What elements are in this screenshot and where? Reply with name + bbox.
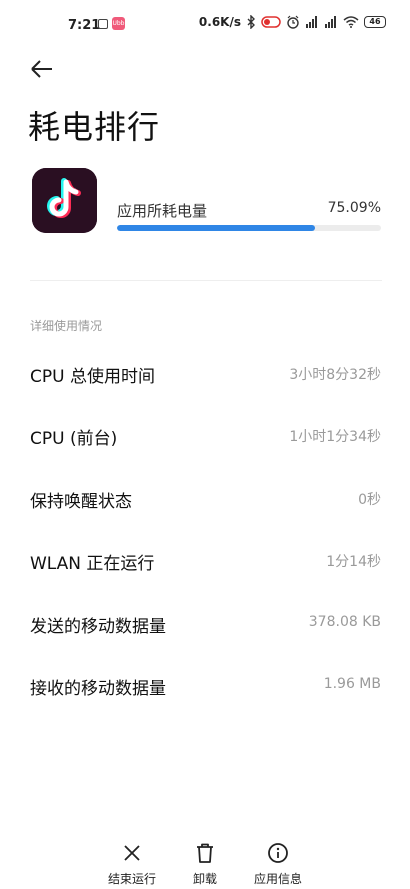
divider — [30, 280, 382, 281]
detail-value: 0秒 — [358, 491, 381, 508]
tiktok-icon — [32, 168, 97, 233]
app-info-label: 应用信息 — [253, 872, 302, 886]
status-time: 7:21 — [68, 18, 101, 33]
detail-row-wlan: WLAN 正在运行 1分14秒 — [0, 529, 410, 591]
signal-1-icon — [305, 16, 319, 28]
page-title: 耗电排行 — [28, 108, 161, 146]
toggle-icon — [261, 16, 281, 28]
section-label: 详细使用情况 — [30, 319, 103, 333]
app-info-button[interactable]: 应用信息 — [243, 842, 313, 887]
bluetooth-icon — [246, 15, 256, 29]
usage-percent: 75.09% — [327, 200, 381, 216]
usage-progress-fill — [117, 225, 316, 231]
uninstall-label: 卸载 — [192, 872, 217, 886]
detail-label: CPU 总使用时间 — [30, 367, 155, 387]
detail-value: 1小时1分34秒 — [289, 429, 381, 446]
detail-label: 接收的移动数据量 — [30, 678, 166, 699]
wifi-icon — [343, 16, 359, 28]
detail-value: 378.08 KB — [308, 613, 381, 630]
status-right-icons: 0.6K/s 46 — [199, 15, 386, 29]
detail-value: 3小时8分32秒 — [289, 367, 381, 383]
info-icon — [268, 843, 288, 863]
app-notification-icon: Ubb — [112, 17, 125, 30]
detail-value: 1.96 MB — [323, 675, 381, 692]
network-speed: 0.6K/s — [198, 15, 241, 29]
bottom-action-bar: 结束运行 卸载 应用信息 — [0, 842, 410, 889]
detail-label: 保持唤醒状态 — [30, 491, 132, 512]
battery-icon: 46 — [364, 16, 386, 28]
detail-label: WLAN 正在运行 — [30, 554, 155, 575]
detail-row-mobile-sent: 发送的移动数据量 378.08 KB — [0, 592, 410, 654]
notification-icon — [98, 18, 108, 29]
usage-progress-bar — [117, 225, 381, 231]
force-stop-label: 结束运行 — [107, 872, 156, 886]
close-icon — [124, 845, 140, 861]
arrow-left-icon — [31, 60, 52, 78]
detail-list: CPU 总使用时间 3小时8分32秒 CPU (前台) 1小时1分34秒 保持唤… — [0, 342, 410, 716]
detail-label: 发送的移动数据量 — [30, 616, 166, 637]
status-bar: 7:21 Ubb 0.6K/s 46 — [0, 0, 410, 52]
status-left-icons: Ubb — [98, 17, 125, 30]
uninstall-button[interactable]: 卸载 — [170, 842, 240, 887]
signal-2-icon — [324, 16, 338, 28]
trash-icon — [197, 843, 213, 863]
detail-value: 1分14秒 — [326, 554, 381, 571]
back-button[interactable] — [28, 56, 56, 82]
detail-row-mobile-received: 接收的移动数据量 1.96 MB — [0, 654, 410, 716]
detail-row-cpu-total: CPU 总使用时间 3小时8分32秒 — [0, 342, 410, 404]
detail-label: CPU (前台) — [30, 429, 118, 450]
force-stop-button[interactable]: 结束运行 — [97, 842, 167, 887]
detail-row-keep-awake: 保持唤醒状态 0秒 — [0, 467, 410, 529]
alarm-icon — [286, 15, 300, 29]
usage-label: 应用所耗电量 — [117, 202, 208, 220]
detail-row-cpu-foreground: CPU (前台) 1小时1分34秒 — [0, 404, 410, 466]
